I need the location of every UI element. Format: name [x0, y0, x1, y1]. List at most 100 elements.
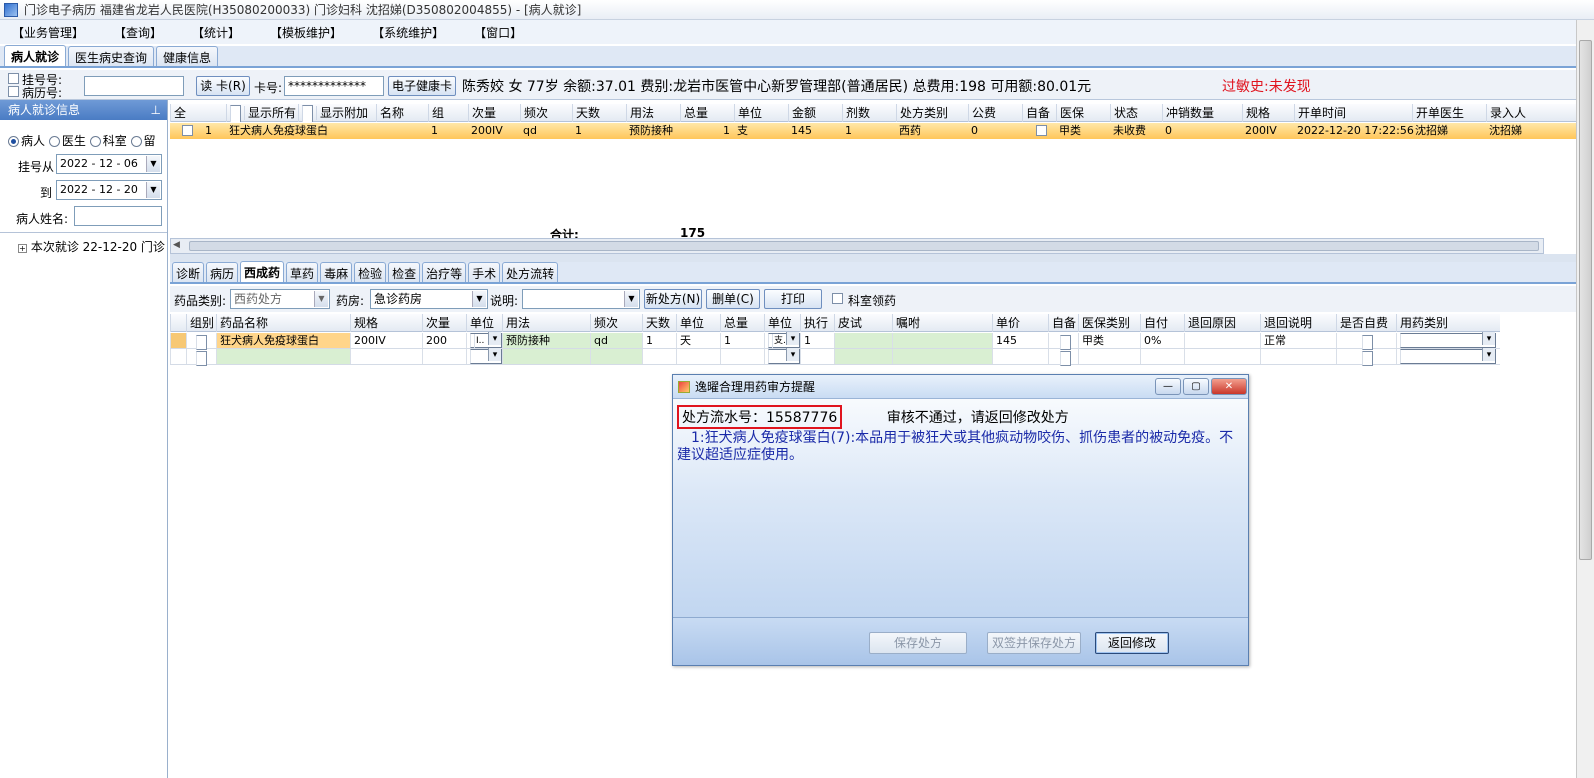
row-instructions[interactable] [892, 333, 992, 348]
self-expense-checkbox[interactable] [1362, 350, 1373, 366]
group-checkbox[interactable] [196, 334, 207, 350]
show-extra-checkbox[interactable] [302, 104, 313, 122]
row-drug-category[interactable] [1396, 348, 1500, 364]
scroll-left-icon[interactable]: ◀ [173, 240, 180, 250]
col-show-all[interactable]: 显示所有 [226, 104, 298, 122]
menu-query[interactable]: 【查询】 [114, 24, 162, 41]
row-instructions[interactable] [892, 349, 992, 364]
horizontal-scrollbar[interactable]: ◀ [170, 238, 1544, 254]
row-total-unit[interactable]: 支. [764, 332, 800, 349]
drug-row-empty[interactable] [170, 348, 1500, 366]
tab-exam[interactable]: 检查 [388, 262, 421, 282]
row-freq[interactable] [590, 349, 642, 364]
tab-herbal[interactable]: 草药 [286, 262, 319, 282]
close-icon[interactable]: ✕ [1211, 378, 1247, 395]
scroll-thumb[interactable] [189, 241, 1539, 251]
row-self-checkbox[interactable] [1036, 125, 1047, 136]
self-checkbox[interactable] [1060, 334, 1071, 350]
table-row[interactable]: 1 狂犬病人免疫球蛋白 1 200IV qd 1 预防接种 1 支 145 1 … [170, 123, 1576, 139]
panel-splitter[interactable] [170, 254, 1576, 262]
radio-doctor[interactable] [48, 136, 60, 147]
maximize-icon[interactable]: ▢ [1183, 378, 1209, 395]
radio-patient[interactable] [8, 136, 19, 147]
expand-icon[interactable]: + [18, 244, 27, 253]
row-exec[interactable] [800, 349, 834, 364]
menu-system[interactable]: 【系统维护】 [372, 24, 444, 41]
tab-treatment[interactable]: 治疗等 [422, 262, 467, 282]
chevron-down-icon[interactable]: ▼ [146, 182, 160, 198]
row-skin-test[interactable] [834, 349, 892, 364]
tab-western-medicine[interactable]: 西成药 [240, 261, 285, 282]
chevron-down-icon[interactable]: ▼ [314, 291, 328, 307]
tab-rx-transfer[interactable]: 处方流转 [502, 262, 559, 282]
row-days[interactable]: 1 [642, 333, 676, 348]
tab-record[interactable]: 病历 [206, 262, 239, 282]
pin-icon[interactable]: ⊥ [151, 100, 161, 120]
date-to-picker[interactable]: 2022 - 12 - 20 ▼ [56, 180, 162, 200]
tab-history-query[interactable]: 医生病史查询 [68, 46, 155, 66]
self-expense-checkbox[interactable] [1362, 334, 1373, 350]
row-total[interactable]: 1 [720, 333, 764, 348]
patient-name-input[interactable] [74, 206, 162, 226]
chevron-down-icon[interactable]: ▼ [624, 291, 638, 307]
row-exec[interactable]: 1 [800, 333, 834, 348]
dose-unit-select[interactable] [470, 348, 502, 364]
tab-patient-visit[interactable]: 病人就诊 [4, 45, 67, 66]
group-checkbox[interactable] [196, 350, 207, 366]
row-drug-category[interactable] [1396, 332, 1500, 348]
record-number-input[interactable] [84, 76, 184, 96]
tab-lab[interactable]: 检验 [354, 262, 387, 282]
chevron-down-icon[interactable]: ▼ [472, 291, 486, 307]
e-health-card-button[interactable]: 电子健康卡 [388, 76, 456, 96]
vertical-scroll-thumb[interactable] [1579, 40, 1592, 560]
chevron-down-icon[interactable]: ▼ [146, 156, 160, 172]
menu-window[interactable]: 【窗口】 [474, 24, 522, 41]
radio-dept[interactable] [89, 136, 101, 147]
menu-business[interactable]: 【业务管理】 [12, 24, 84, 41]
row-freq[interactable]: qd [590, 333, 642, 348]
row-usage[interactable]: 预防接种 [502, 333, 590, 348]
drug-category-select[interactable] [1400, 332, 1496, 348]
return-modify-button[interactable]: 返回修改 [1095, 632, 1169, 654]
drug-category-select[interactable] [1400, 348, 1496, 364]
print-button[interactable]: 打印 [764, 289, 822, 309]
col-show-extra[interactable]: 显示附加 [298, 104, 376, 122]
row-days[interactable] [642, 349, 676, 364]
tab-diagnosis[interactable]: 诊断 [172, 262, 205, 282]
visit-tree-item[interactable]: + 本次就诊 22-12-20 门诊 [18, 238, 166, 255]
row-total[interactable] [720, 349, 764, 364]
save-prescription-button[interactable]: 保存处方 [869, 632, 967, 654]
dose-unit-select[interactable]: I.. [470, 332, 502, 349]
total-unit-select[interactable]: 支. [768, 332, 800, 349]
row-drug-name[interactable] [216, 349, 350, 364]
row-drug-name[interactable]: 狂犬病人免疫球蛋白 [216, 333, 350, 348]
self-checkbox[interactable] [1060, 350, 1071, 366]
note-select[interactable]: ▼ [522, 289, 640, 309]
drug-row[interactable]: 狂犬病人免疫球蛋白 200IV 200 I.. 预防接种 qd 1 天 1 支.… [170, 332, 1500, 350]
vertical-scrollbar[interactable] [1576, 20, 1594, 778]
row-total-unit[interactable] [764, 348, 800, 364]
row-checkbox[interactable] [182, 125, 193, 136]
card-number-input[interactable]: ************* [284, 76, 384, 96]
radio-stay[interactable] [130, 136, 142, 147]
row-dose-unit[interactable] [466, 348, 502, 364]
tab-health-info[interactable]: 健康信息 [156, 46, 219, 66]
menu-template[interactable]: 【模板维护】 [270, 24, 342, 41]
col-all[interactable]: 全 [170, 104, 194, 122]
pharmacy-select[interactable]: 急诊药房 ▼ [370, 289, 488, 309]
show-all-checkbox[interactable] [230, 104, 241, 122]
reg-number-checkbox[interactable] [8, 73, 19, 84]
row-dose[interactable] [422, 349, 466, 364]
total-unit-select[interactable] [768, 348, 800, 364]
dept-drug-checkbox[interactable] [832, 293, 843, 304]
row-usage[interactable] [502, 349, 590, 364]
minimize-icon[interactable]: — [1155, 378, 1181, 395]
row-dose-unit[interactable]: I.. [466, 332, 502, 349]
menu-stats[interactable]: 【统计】 [192, 24, 240, 41]
row-dose[interactable]: 200 [422, 333, 466, 348]
tab-narcotics[interactable]: 毒麻 [320, 262, 353, 282]
delete-prescription-button[interactable]: 删单(C) [706, 289, 760, 309]
read-card-button[interactable]: 读 卡(R) [196, 76, 250, 96]
dual-sign-save-button[interactable]: 双签并保存处方 [987, 632, 1081, 654]
new-prescription-button[interactable]: 新处方(N) [644, 289, 702, 309]
